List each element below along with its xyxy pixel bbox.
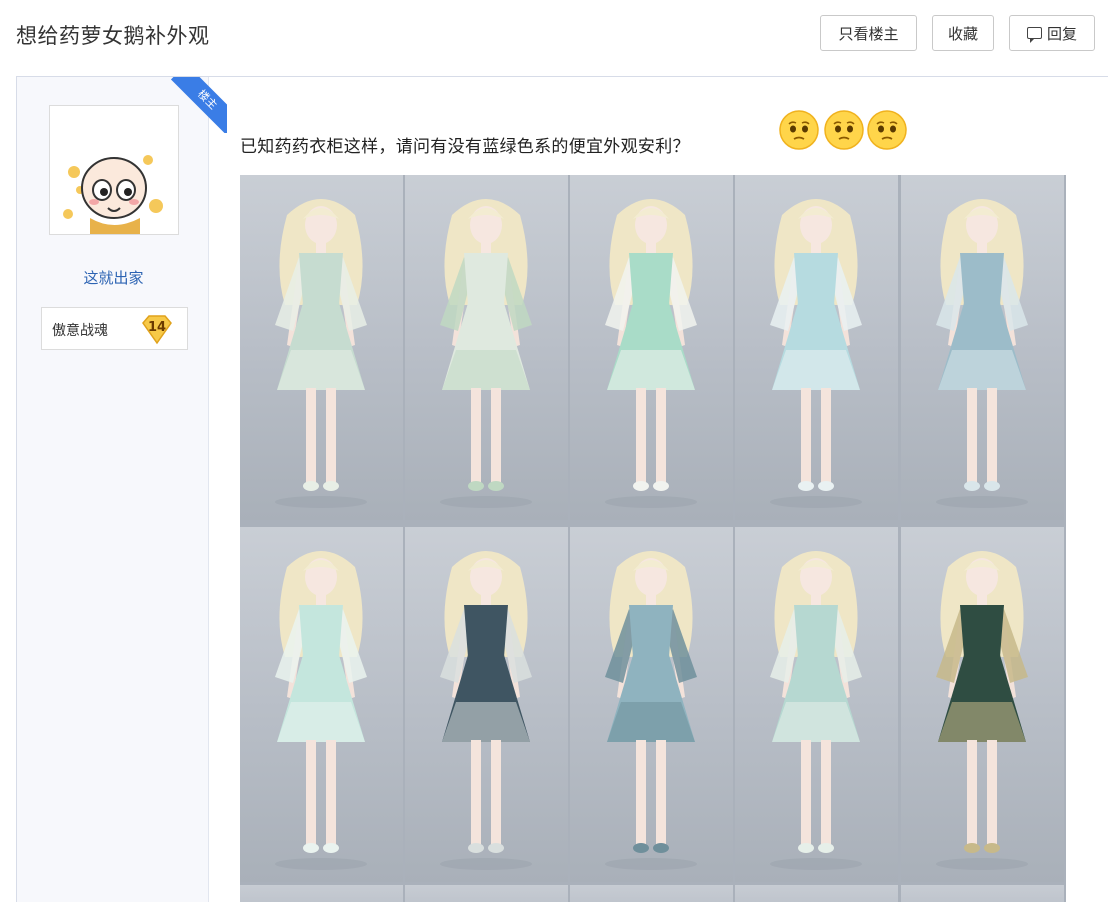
op-badge: 楼主 bbox=[171, 77, 227, 133]
only-op-label: 只看楼主 bbox=[838, 24, 899, 43]
outfit-thumbnail-partial bbox=[735, 885, 898, 902]
only-op-button[interactable]: 只看楼主 bbox=[820, 15, 917, 51]
outfit-figure-icon bbox=[440, 551, 532, 870]
collect-label: 收藏 bbox=[947, 24, 978, 43]
outfit-thumbnail bbox=[240, 527, 403, 882]
outfit-figure-icon bbox=[605, 199, 697, 508]
pleading-emoji-icon bbox=[778, 109, 820, 151]
author-sidebar: 楼主 这就出家 傲意战魂 14 bbox=[16, 77, 227, 902]
outfit-figure-icon bbox=[605, 551, 697, 870]
outfit-thumbnail bbox=[570, 527, 733, 882]
outfit-thumbnail-partial bbox=[405, 885, 568, 902]
thread-header: 想给药萝女鹅补外观 只看楼主 收藏 回复 bbox=[0, 0, 1108, 76]
post-text: 已知药药衣柜这样，请问有没有蓝绿色系的便宜外观安利？ bbox=[240, 137, 690, 157]
pleading-emoji-icon bbox=[823, 109, 865, 151]
outfit-figure-icon bbox=[936, 199, 1028, 508]
op-badge-label: 楼主 bbox=[171, 77, 227, 133]
outfit-figure-icon bbox=[275, 199, 367, 508]
outfit-thumbnail bbox=[405, 527, 568, 882]
reply-button[interactable]: 回复 bbox=[1009, 15, 1095, 51]
outfit-figure-icon bbox=[770, 199, 862, 508]
level-badge-icon: 14 bbox=[140, 313, 174, 345]
outfit-thumbnail bbox=[735, 175, 898, 520]
outfit-thumbnail bbox=[405, 175, 568, 520]
outfit-thumbnail bbox=[570, 175, 733, 520]
outfit-thumbnail-partial bbox=[570, 885, 733, 902]
collect-button[interactable]: 收藏 bbox=[932, 15, 994, 51]
outfit-thumbnail bbox=[901, 527, 1064, 882]
wardrobe-screenshot-image[interactable] bbox=[240, 175, 1066, 902]
outfit-thumbnail-partial bbox=[901, 885, 1064, 902]
reply-icon bbox=[1026, 27, 1042, 43]
outfit-figure-icon bbox=[936, 551, 1028, 870]
level-number: 14 bbox=[147, 320, 167, 335]
user-level: 傲意战魂 14 bbox=[41, 307, 188, 350]
outfit-thumbnail bbox=[901, 175, 1064, 520]
outfit-figure-icon bbox=[275, 551, 367, 870]
pleading-emoji-icon bbox=[866, 109, 908, 151]
reply-label: 回复 bbox=[1046, 24, 1077, 43]
outfit-thumbnail-partial bbox=[240, 885, 403, 902]
outfit-figure-icon bbox=[440, 199, 532, 508]
avatar-cartoon-icon bbox=[50, 106, 178, 234]
avatar[interactable] bbox=[49, 105, 179, 235]
outfit-thumbnail bbox=[240, 175, 403, 520]
outfit-figure-icon bbox=[770, 551, 862, 870]
outfit-thumbnail bbox=[735, 527, 898, 882]
thread-title: 想给药萝女鹅补外观 bbox=[16, 24, 210, 48]
author-username[interactable]: 这就出家 bbox=[17, 267, 210, 288]
forum-thread-page: 想给药萝女鹅补外观 只看楼主 收藏 回复 楼主 这就出家 傲意战魂 14 已知药… bbox=[0, 0, 1108, 902]
level-title: 傲意战魂 bbox=[52, 323, 108, 339]
